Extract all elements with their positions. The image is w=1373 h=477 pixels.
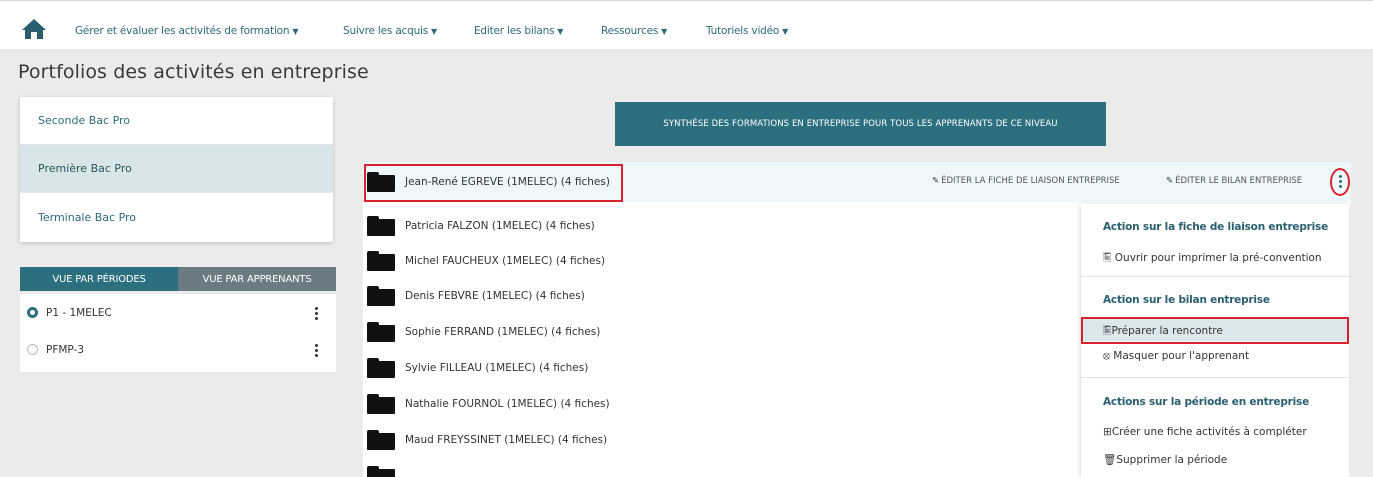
menu-label: Tutoriels vidéo xyxy=(706,25,780,37)
open-print-item[interactable]: 🖺 Ouvrir pour imprimer la pré-convention xyxy=(1103,250,1322,268)
open-print-label: Ouvrir pour imprimer la pré-convention xyxy=(1114,252,1322,264)
period-label: PFMP-3 xyxy=(46,343,85,356)
divider xyxy=(1081,377,1349,378)
menu-label: Gérer et évaluer les activités de format… xyxy=(75,25,290,37)
delete-period-item[interactable]: 🗑Supprimer la période xyxy=(1103,453,1227,466)
edit-liaison-link[interactable]: ✎ ÉDITER LA FICHE DE LIAISON ENTREPRISE xyxy=(932,176,1120,186)
edit-bilan-label: ÉDITER LE BILAN ENTREPRISE xyxy=(1175,176,1303,186)
delete-period-label: Supprimer la période xyxy=(1116,454,1228,466)
view-by-learner-button[interactable]: VUE PAR APPRENANTS xyxy=(178,267,336,291)
edit-liaison-label: ÉDITER LA FICHE DE LIAISON ENTREPRISE xyxy=(941,176,1120,186)
student-name: Nathalie FOURNOL (1MELEC) (4 fiches) xyxy=(405,398,610,410)
student-name: Maud FREYSSINET (1MELEC) (4 fiches) xyxy=(405,434,608,446)
folder-icon xyxy=(367,358,395,378)
folder-icon xyxy=(367,286,395,306)
period-list: P1 - 1MELEC PFMP-3 xyxy=(20,294,336,372)
folder-icon xyxy=(367,322,395,342)
kebab-menu-icon[interactable] xyxy=(315,307,318,322)
student-row[interactable]: Maud FREYSSINET (1MELEC) (4 fiches) xyxy=(367,430,607,450)
menu-label: Suivre les acquis xyxy=(343,25,429,37)
student-row[interactable]: Patricia FALZON (1MELEC) (4 fiches) xyxy=(367,216,595,236)
level-item-premiere[interactable]: Première Bac Pro xyxy=(20,145,333,193)
level-item-terminale[interactable]: Terminale Bac Pro xyxy=(20,193,333,241)
section-liaison-title: Action sur la fiche de liaison entrepris… xyxy=(1103,221,1329,233)
period-item[interactable]: P1 - 1MELEC xyxy=(20,294,336,331)
create-sheet-item[interactable]: ⊞Créer une fiche activités à compléter xyxy=(1103,426,1307,438)
pencil-icon: ✎ xyxy=(1166,176,1174,186)
student-name: Michel FAUCHEUX (1MELEC) (4 fiches) xyxy=(405,255,606,267)
period-label: P1 - 1MELEC xyxy=(46,306,112,319)
folder-icon xyxy=(367,216,395,236)
menu-label: Editer les bilans xyxy=(474,25,555,37)
folder-icon xyxy=(367,394,395,414)
file-pdf-icon: 🖺 xyxy=(1103,252,1112,264)
folder-icon xyxy=(367,430,395,450)
radio-checked[interactable] xyxy=(27,307,38,318)
section-periode-title: Actions sur la période en entreprise xyxy=(1103,396,1310,408)
caret-down-icon: ▼ xyxy=(431,27,437,36)
student-name: Denis FEBVRE (1MELEC) (4 fiches) xyxy=(405,290,585,302)
hide-learner-item[interactable]: ⦻ Masquer pour l'apprenant xyxy=(1103,350,1249,363)
menu-tutoriels-video[interactable]: Tutoriels vidéo ▼ xyxy=(706,25,788,37)
caret-down-icon: ▼ xyxy=(782,27,789,36)
student-row[interactable]: Sophie FERRAND (1MELEC) (4 fiches) xyxy=(367,322,600,342)
folder-icon xyxy=(367,251,395,271)
home-icon[interactable] xyxy=(21,18,47,40)
eye-slash-icon: ⦻ xyxy=(1103,350,1110,362)
edit-bilan-link[interactable]: ✎ ÉDITER LE BILAN ENTREPRISE xyxy=(1166,176,1302,186)
section-bilan-title: Action sur le bilan entreprise xyxy=(1103,294,1270,306)
folder-icon xyxy=(367,466,395,477)
student-list: Jean-René EGREVE (1MELEC) (4 fiches) Pat… xyxy=(363,162,1351,477)
student-row[interactable]: Sylvie FILLEAU (1MELEC) (4 fiches) xyxy=(367,358,588,378)
trash-icon: 🗑 xyxy=(1103,454,1117,466)
pencil-icon: ✎ xyxy=(932,176,940,186)
period-item[interactable]: PFMP-3 xyxy=(20,331,336,368)
student-row[interactable] xyxy=(367,466,405,477)
page-title: Portfolios des activités en entreprise xyxy=(18,61,369,83)
hide-learner-label: Masquer pour l'apprenant xyxy=(1113,350,1250,362)
level-item-seconde[interactable]: Seconde Bac Pro xyxy=(20,97,333,145)
menu-gerer-evaluer[interactable]: Gérer et évaluer les activités de format… xyxy=(75,25,298,37)
student-row[interactable]: Nathalie FOURNOL (1MELEC) (4 fiches) xyxy=(367,394,610,414)
level-list: Seconde Bac Pro Première Bac Pro Termina… xyxy=(20,97,333,242)
student-name: Sophie FERRAND (1MELEC) (4 fiches) xyxy=(405,326,601,338)
student-row[interactable]: Denis FEBVRE (1MELEC) (4 fiches) xyxy=(367,286,585,306)
divider xyxy=(1081,276,1349,277)
student-row[interactable]: Michel FAUCHEUX (1MELEC) (4 fiches) xyxy=(367,251,605,271)
kebab-menu-icon[interactable] xyxy=(315,344,318,359)
caret-down-icon: ▼ xyxy=(292,27,299,36)
highlight-box xyxy=(364,164,623,202)
menu-editer-bilans[interactable]: Editer les bilans ▼ xyxy=(474,25,563,37)
synthesis-button[interactable]: SYNTHÈSE DES FORMATIONS EN ENTREPRISE PO… xyxy=(615,102,1106,146)
top-nav: Gérer et évaluer les activités de format… xyxy=(0,0,1373,50)
kebab-menu-icon xyxy=(1338,175,1342,188)
student-name: Sylvie FILLEAU (1MELEC) (4 fiches) xyxy=(405,362,589,374)
highlight-box xyxy=(1081,317,1349,344)
view-toggle: VUE PAR PÉRIODES VUE PAR APPRENANTS xyxy=(20,267,336,291)
menu-label: Ressources xyxy=(601,25,659,37)
row-kebab-menu[interactable] xyxy=(1330,168,1350,196)
menu-ressources[interactable]: Ressources ▼ xyxy=(601,25,667,37)
caret-down-icon: ▼ xyxy=(661,27,668,36)
caret-down-icon: ▼ xyxy=(557,27,564,36)
view-by-period-button[interactable]: VUE PAR PÉRIODES xyxy=(20,267,178,291)
create-sheet-label: Créer une fiche activités à compléter xyxy=(1111,426,1307,438)
menu-suivre-acquis[interactable]: Suivre les acquis ▼ xyxy=(343,25,437,37)
action-dropdown-panel: Action sur la fiche de liaison entrepris… xyxy=(1081,204,1349,477)
plus-square-icon: ⊞ xyxy=(1103,426,1112,438)
radio-unchecked[interactable] xyxy=(27,344,38,355)
student-name: Patricia FALZON (1MELEC) (4 fiches) xyxy=(405,220,595,232)
